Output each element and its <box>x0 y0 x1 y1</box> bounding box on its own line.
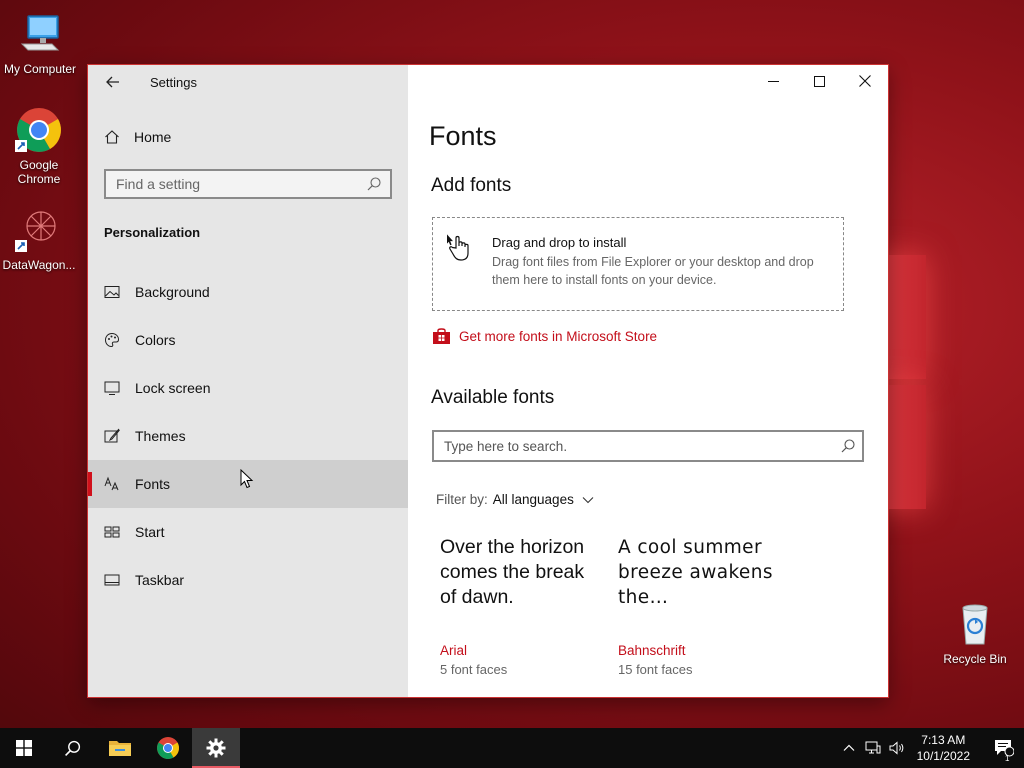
personalization-nav: Background Colors Lock screen Themes Fon… <box>88 268 408 604</box>
sidebar-item-label: Background <box>135 284 210 300</box>
home-nav-item[interactable]: Home <box>88 117 408 157</box>
sidebar-item-label: Fonts <box>135 476 171 492</box>
home-icon <box>104 129 120 145</box>
taskbar-settings[interactable] <box>192 728 240 768</box>
desktop-icon-datawagon[interactable]: DataWagon... <box>0 206 79 272</box>
arrow-left-icon <box>106 76 119 88</box>
recycle-bin-icon <box>951 600 999 648</box>
font-name: Arial <box>440 643 468 658</box>
notification-icon <box>995 740 1014 757</box>
settings-search-box[interactable] <box>104 169 392 199</box>
settings-search-input[interactable] <box>116 176 366 192</box>
store-link-label: Get more fonts in Microsoft Store <box>459 328 658 344</box>
filter-label: Filter by: <box>436 492 488 507</box>
network-icon[interactable] <box>861 741 885 755</box>
drop-zone-title: Drag and drop to install <box>492 235 627 250</box>
font-search-box[interactable] <box>432 430 864 462</box>
font-faces-count: 5 font faces <box>440 662 508 677</box>
microsoft-store-link[interactable]: Get more fonts in Microsoft Store <box>432 327 657 345</box>
computer-icon <box>16 10 64 58</box>
gear-icon <box>206 738 226 758</box>
sidebar-item-label: Themes <box>135 428 186 444</box>
section-title: Personalization <box>104 225 201 240</box>
clock-date: 10/1/2022 <box>916 749 970 763</box>
sidebar-item-lock-screen[interactable]: Lock screen <box>88 364 408 412</box>
font-search-input[interactable] <box>444 438 840 454</box>
chrome-icon <box>157 737 179 759</box>
notification-count: 1 <box>1005 754 1010 763</box>
sidebar-item-themes[interactable]: Themes <box>88 412 408 460</box>
sidebar-item-label: Lock screen <box>135 380 211 396</box>
language-filter[interactable]: Filter by: All languages <box>436 492 594 507</box>
drop-zone-description: Drag font files from File Explorer or yo… <box>492 255 814 287</box>
taskbar-clock[interactable]: 7:13 AM 10/1/2022 <box>917 732 970 764</box>
settings-sidebar: Settings Home Personalization Background <box>88 65 408 697</box>
search-icon <box>64 740 80 756</box>
volume-icon[interactable] <box>885 741 909 755</box>
app-title: Settings <box>150 74 197 90</box>
title-bar: Settings <box>88 65 408 99</box>
window-controls <box>750 65 888 97</box>
home-label: Home <box>134 129 172 145</box>
sidebar-item-label: Taskbar <box>135 572 185 588</box>
chevron-down-icon <box>582 496 594 503</box>
settings-window: Settings Home Personalization Background <box>88 65 888 697</box>
sidebar-item-background[interactable]: Background <box>88 268 408 316</box>
maximize-button[interactable] <box>796 65 842 97</box>
desktop-icon-recycle-bin[interactable]: Recycle Bin <box>935 600 1015 666</box>
minimize-button[interactable] <box>750 65 796 97</box>
minimize-icon <box>767 80 779 82</box>
chevron-up-icon[interactable] <box>837 744 861 752</box>
search-icon[interactable] <box>366 176 382 192</box>
sidebar-item-label: Colors <box>135 332 176 348</box>
font-card-bahnschrift[interactable]: A cool summer breeze awakens the… Bahnsc… <box>618 535 778 677</box>
chrome-icon <box>15 106 63 154</box>
brush-icon <box>104 428 120 444</box>
picture-icon <box>104 284 120 300</box>
windows-logo-icon <box>16 740 32 756</box>
font-faces-count: 15 font faces <box>618 662 693 677</box>
back-button[interactable] <box>102 71 124 93</box>
font-name: Bahnschrift <box>618 643 686 658</box>
maximize-icon <box>813 75 825 87</box>
taskbar-file-explorer[interactable] <box>96 728 144 768</box>
sidebar-item-taskbar[interactable]: Taskbar <box>88 556 408 604</box>
sidebar-item-label: Start <box>135 524 165 540</box>
desktop-icon-my-computer[interactable]: My Computer <box>0 10 80 76</box>
font-sample-text: A cool summer breeze awakens the… <box>618 537 773 608</box>
palette-icon <box>104 332 120 348</box>
search-icon[interactable] <box>840 438 856 454</box>
taskbar: 7:13 AM 10/1/2022 1 <box>0 728 1024 768</box>
action-center-button[interactable]: 1 <box>984 739 1024 763</box>
store-bag-icon <box>433 328 450 344</box>
font-card-arial[interactable]: Over the horizon comes the break of dawn… <box>440 535 600 677</box>
monitor-icon <box>104 380 120 396</box>
font-icon <box>104 476 120 492</box>
add-fonts-heading: Add fonts <box>431 175 512 196</box>
desktop-icon-label: Google Chrome <box>17 158 61 186</box>
page-title: Fonts <box>429 121 497 151</box>
datawagon-logo-icon <box>15 206 63 254</box>
sidebar-item-colors[interactable]: Colors <box>88 316 408 364</box>
start-button[interactable] <box>0 728 48 768</box>
start-grid-icon <box>104 524 120 540</box>
available-fonts-heading: Available fonts <box>431 387 555 408</box>
desktop-icon-google-chrome[interactable]: Google Chrome <box>0 106 79 186</box>
mouse-pointer-icon <box>240 469 254 489</box>
taskbar-search-button[interactable] <box>48 728 96 768</box>
taskbar-chrome[interactable] <box>144 728 192 768</box>
settings-content: Fonts Add fonts Drag and drop to install… <box>408 65 888 697</box>
sidebar-item-start[interactable]: Start <box>88 508 408 556</box>
system-tray: 7:13 AM 10/1/2022 1 <box>837 728 1024 768</box>
hand-pointer-icon <box>447 234 469 261</box>
folder-icon <box>109 741 131 756</box>
font-drop-zone[interactable]: Drag and drop to install Drag font files… <box>432 217 844 311</box>
taskbar-icon <box>104 572 120 588</box>
close-icon <box>859 75 871 87</box>
filter-value: All languages <box>492 492 574 507</box>
close-button[interactable] <box>842 65 888 97</box>
clock-time: 7:13 AM <box>921 733 966 747</box>
font-sample-text: Over the horizon comes the break of dawn… <box>440 536 585 608</box>
